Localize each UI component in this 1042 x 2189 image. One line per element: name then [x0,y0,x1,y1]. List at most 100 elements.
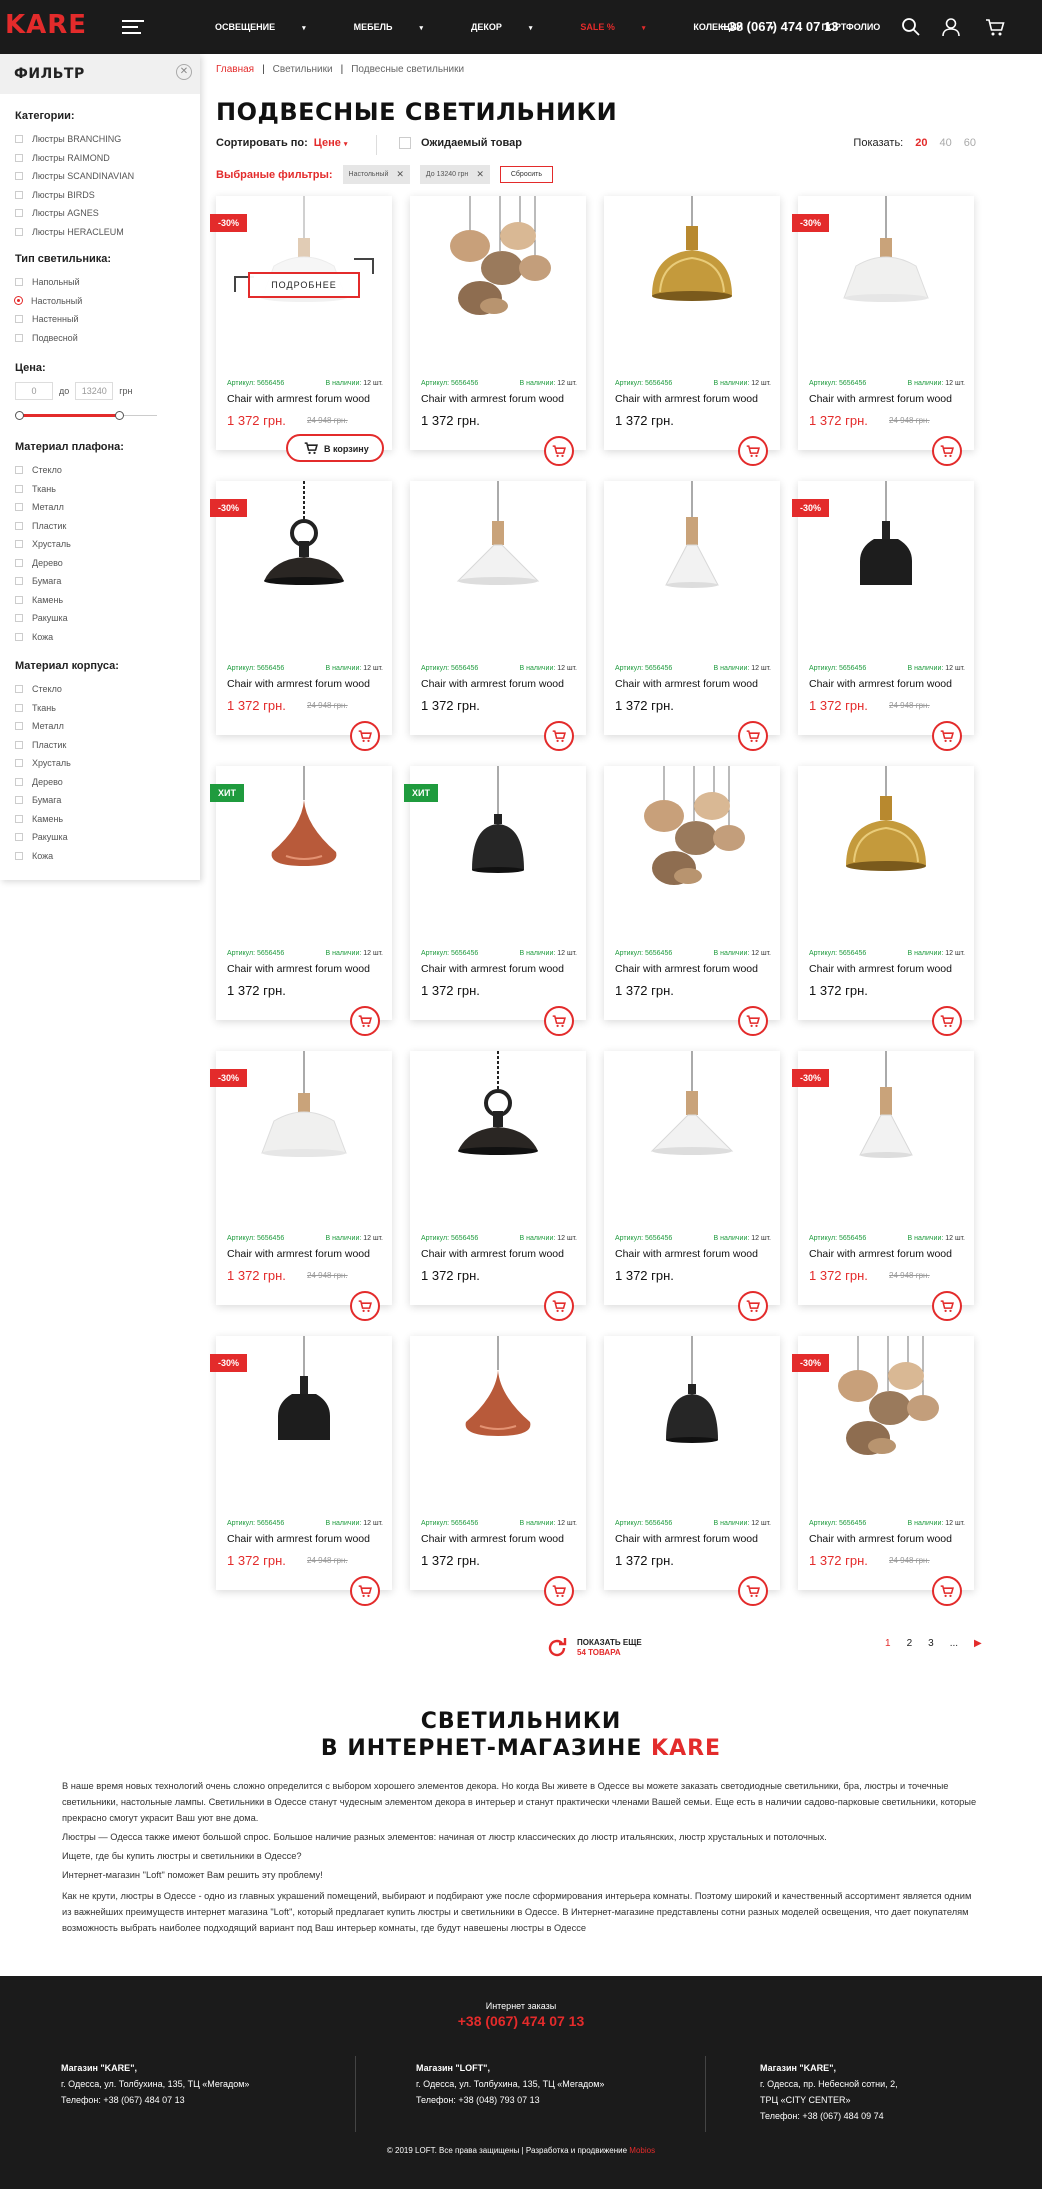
product-image[interactable] [410,196,586,356]
add-to-cart-button[interactable] [932,1006,962,1036]
checkbox[interactable] [15,503,23,512]
page-size-option[interactable]: 40 [940,137,952,149]
checkbox[interactable] [15,153,23,162]
product-card[interactable]: ХИТ Артикул: 5656456 В наличии: 12 шт. Chai… [404,766,586,1036]
checkbox[interactable] [15,614,23,623]
product-name[interactable]: Chair with armrest forum wood [615,1248,758,1260]
filter-option[interactable]: Металл [15,717,119,736]
add-to-cart-button[interactable] [544,1576,574,1606]
filter-option[interactable]: Дерево [15,773,119,792]
product-name[interactable]: Chair with armrest forum wood [421,678,564,690]
product-name[interactable]: Chair with armrest forum wood [421,963,564,975]
product-name[interactable]: Chair with armrest forum wood [227,678,370,690]
add-to-cart-button[interactable] [738,1006,768,1036]
page-link[interactable]: 2 [907,1638,913,1649]
menu-icon[interactable] [122,20,144,34]
search-icon[interactable] [901,17,921,37]
add-to-cart-button[interactable] [738,1576,768,1606]
product-name[interactable]: Chair with armrest forum wood [227,963,370,975]
filter-option[interactable]: Хрусталь [15,754,119,773]
add-to-cart-button[interactable] [350,1291,380,1321]
details-button[interactable]: ПОДРОБНЕЕ [248,272,360,298]
product-card[interactable]: -30% Артикул: 5656456 В наличии: 12 шт. Cha… [792,1336,974,1606]
product-name[interactable]: Chair with armrest forum wood [809,963,952,975]
checkbox[interactable] [15,209,23,218]
product-name[interactable]: Chair with armrest forum wood [227,393,370,405]
breadcrumb-item[interactable]: Светильники [273,64,333,75]
filter-option[interactable]: Подвесной [15,329,111,348]
page-size-option[interactable]: 60 [964,137,976,149]
checkbox[interactable] [15,851,23,860]
price-to-input[interactable]: 13240 [75,382,114,400]
reset-filters-button[interactable]: Сбросить [499,166,553,183]
add-to-cart-button[interactable] [544,721,574,751]
product-name[interactable]: Chair with armrest forum wood [809,1248,952,1260]
checkbox[interactable] [15,297,22,305]
add-to-cart-button[interactable]: В корзину [286,434,384,462]
product-card[interactable]: -30% Артикул: 5656456 В наличии: 12 шт. Cha… [792,481,974,751]
product-card[interactable]: -30% Артикул: 5656456 В наличии: 12 шт. Cha… [210,481,392,751]
checkbox[interactable] [15,632,23,641]
product-card[interactable]: Артикул: 5656456 В наличии: 12 шт. Chair w… [410,481,586,751]
filter-option[interactable]: Ткань [15,699,119,718]
filter-option[interactable]: Люстры BIRDS [15,186,134,205]
product-card[interactable]: Артикул: 5656456 В наличии: 12 шт. Chair w… [604,196,780,466]
product-image[interactable] [604,1336,780,1496]
page-link[interactable]: 1 [885,1638,891,1649]
developer-link[interactable]: Mobios [629,2146,655,2155]
filter-option[interactable]: Ракушка [15,828,119,847]
checkbox[interactable] [15,558,23,567]
product-name[interactable]: Chair with armrest forum wood [421,1248,564,1260]
filter-option[interactable]: Ткань [15,480,124,499]
filter-option[interactable]: Напольный [15,273,111,292]
add-to-cart-button[interactable] [544,436,574,466]
product-card[interactable]: -30% Артикул: 5656456 В наличии: 12 шт. Cha… [210,1336,392,1606]
close-icon[interactable]: ✕ [476,169,484,180]
breadcrumb-item[interactable]: Главная [216,64,254,75]
checkbox[interactable] [15,190,23,199]
price-slider[interactable] [15,406,185,426]
add-to-cart-button[interactable] [350,1006,380,1036]
page-link[interactable]: 3 [928,1638,934,1649]
nav-item-2[interactable]: Декор ▾ [471,22,556,32]
filter-option[interactable]: Люстры HERACLEUM [15,223,134,242]
filter-option[interactable]: Дерево [15,554,124,573]
product-card[interactable]: Артикул: 5656456 В наличии: 12 шт. Chair w… [410,1336,586,1606]
product-name[interactable]: Chair with armrest forum wood [809,1533,952,1545]
product-image[interactable] [604,1051,780,1211]
checkbox[interactable] [15,740,23,749]
product-image[interactable] [604,481,780,641]
add-to-cart-button[interactable] [350,721,380,751]
filter-option[interactable]: Ракушка [15,609,124,628]
checkbox[interactable] [15,484,23,493]
checkbox[interactable] [15,333,23,342]
slider-handle-max[interactable] [115,411,124,420]
product-card[interactable]: -30% Артикул: 5656456 В наличии: 12 шт. Cha… [792,196,974,466]
product-name[interactable]: Chair with armrest forum wood [615,678,758,690]
checkbox[interactable] [15,722,23,731]
checkbox[interactable] [15,577,23,586]
filter-option[interactable]: Хрусталь [15,535,124,554]
product-image[interactable] [410,1336,586,1496]
page-size-option[interactable]: 20 [915,137,927,149]
product-image[interactable] [604,766,780,926]
checkbox[interactable] [15,466,23,475]
filter-option[interactable]: Кожа [15,628,124,647]
product-name[interactable]: Chair with armrest forum wood [227,1533,370,1545]
add-to-cart-button[interactable] [738,436,768,466]
close-icon[interactable]: ✕ [176,64,192,80]
checkbox[interactable] [15,540,23,549]
checkbox[interactable] [15,521,23,530]
checkbox[interactable] [15,703,23,712]
product-image[interactable] [410,481,586,641]
cart-icon[interactable] [985,17,1005,37]
sort-select[interactable]: Цене ▾ [314,137,348,149]
filter-option[interactable]: Стекло [15,680,119,699]
nav-item-3[interactable]: Sale % ▾ [580,22,669,32]
checkbox[interactable] [15,315,23,324]
product-image[interactable] [604,196,780,356]
add-to-cart-button[interactable] [544,1291,574,1321]
checkbox[interactable] [15,814,23,823]
product-name[interactable]: Chair with armrest forum wood [615,393,758,405]
filter-option[interactable]: Люстры AGNES [15,204,134,223]
